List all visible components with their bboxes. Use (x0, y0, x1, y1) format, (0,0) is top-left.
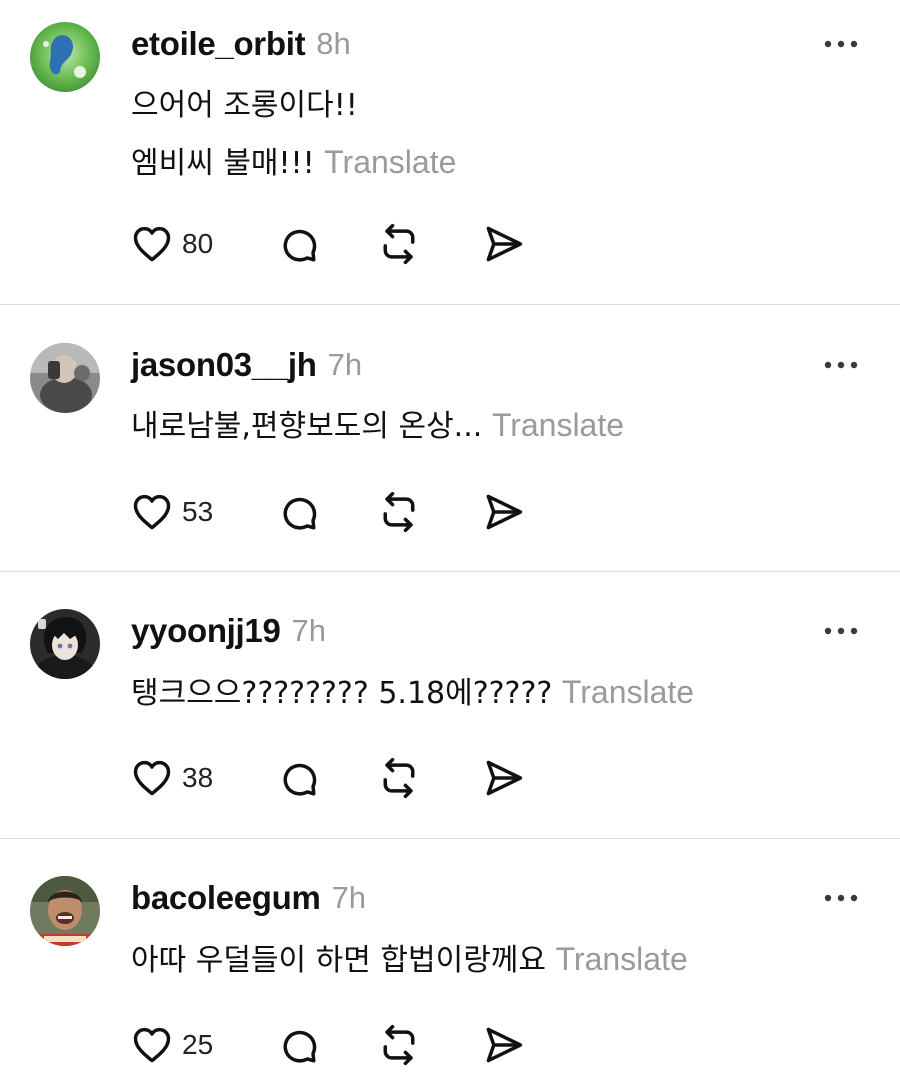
speech-bubble-icon (283, 1030, 317, 1063)
timestamp: 7h (327, 347, 363, 382)
translate-link[interactable]: Translate (324, 144, 456, 180)
heart-icon (133, 760, 171, 796)
action-bar: 80 (130, 219, 525, 269)
like-count: 80 (182, 228, 214, 259)
post-text: 내로남불,편향보도의 온상... (131, 409, 483, 444)
post-text: 엠비씨 불매!!! (131, 146, 315, 181)
more-dots-icon (824, 40, 858, 48)
post-header: bacoleegum 7h (131, 876, 366, 920)
avatar[interactable] (30, 343, 100, 413)
more-options-button[interactable] (822, 34, 860, 54)
share-button[interactable] (481, 222, 525, 266)
more-options-button[interactable] (822, 621, 860, 641)
share-button[interactable] (481, 756, 525, 800)
action-bar: 53 (130, 487, 525, 537)
repost-arrows-icon (383, 491, 415, 533)
repost-arrows-icon (383, 757, 415, 799)
like-button[interactable]: 80 (130, 222, 228, 266)
post-text: 아따 우덜들이 하면 합법이랑께요 (131, 943, 547, 978)
paper-plane-icon (486, 226, 523, 262)
translate-link[interactable]: Translate (562, 674, 694, 710)
more-options-button[interactable] (822, 355, 860, 375)
more-dots-icon (824, 361, 858, 369)
repost-button[interactable] (377, 756, 421, 800)
username[interactable]: etoile_orbit (131, 25, 306, 63)
repost-button[interactable] (377, 490, 421, 534)
post-header: etoile_orbit 8h (131, 22, 351, 66)
timestamp: 8h (316, 26, 351, 61)
more-dots-icon (824, 627, 858, 635)
action-bar: 25 (130, 1020, 525, 1070)
heart-icon (133, 226, 171, 262)
username[interactable]: yyoonjj19 (131, 612, 281, 650)
comment-post: yyoonjj19 7h 탱크으으???????? 5.18에????? Tra… (0, 571, 900, 838)
like-button[interactable]: 38 (130, 756, 228, 800)
speech-bubble-icon (283, 229, 317, 262)
repost-arrows-icon (383, 223, 415, 265)
speech-bubble-icon (283, 497, 317, 530)
like-count: 25 (182, 1029, 214, 1060)
comment-post: jason03__jh 7h 내로남불,편향보도의 온상... Translat… (0, 304, 900, 571)
paper-plane-icon (486, 494, 523, 530)
avatar[interactable] (30, 22, 100, 92)
like-count: 53 (182, 496, 214, 527)
reply-button[interactable] (276, 490, 320, 534)
reply-button[interactable] (276, 1023, 320, 1067)
timestamp: 7h (291, 613, 327, 648)
comment-post: bacoleegum 7h 아따 우덜들이 하면 합법이랑께요 Translat… (0, 838, 900, 1076)
action-bar: 38 (130, 753, 525, 803)
reply-button[interactable] (276, 756, 320, 800)
comment-post: etoile_orbit 8h 으어어 조롱이다!! 엠비씨 불매!!! Tra… (0, 0, 900, 304)
post-text: 탱크으으???????? 5.18에????? (131, 676, 553, 711)
translate-link[interactable]: Translate (492, 407, 624, 443)
repost-button[interactable] (377, 1023, 421, 1067)
like-button[interactable]: 53 (130, 490, 228, 534)
post-header: yyoonjj19 7h (131, 609, 326, 653)
avatar[interactable] (30, 876, 100, 946)
paper-plane-icon (486, 760, 523, 796)
speech-bubble-icon (283, 763, 317, 796)
repost-button[interactable] (377, 222, 421, 266)
more-dots-icon (824, 894, 858, 902)
heart-icon (133, 494, 171, 530)
username[interactable]: jason03__jh (131, 346, 317, 384)
avatar[interactable] (30, 609, 100, 679)
post-body: 으어어 조롱이다!! 엠비씨 불매!!! Translate (131, 77, 860, 192)
post-body: 탱크으으???????? 5.18에????? Translate (131, 664, 860, 722)
paper-plane-icon (486, 1027, 523, 1063)
heart-icon (133, 1027, 171, 1063)
repost-arrows-icon (383, 1024, 415, 1066)
post-text: 으어어 조롱이다!! (131, 88, 358, 123)
post-body: 내로남불,편향보도의 온상... Translate (131, 397, 860, 455)
translate-link[interactable]: Translate (556, 941, 688, 977)
share-button[interactable] (481, 1023, 525, 1067)
post-body: 아따 우덜들이 하면 합법이랑께요 Translate (131, 931, 860, 989)
post-header: jason03__jh 7h (131, 343, 362, 387)
like-button[interactable]: 25 (130, 1023, 228, 1067)
like-count: 38 (182, 762, 214, 793)
more-options-button[interactable] (822, 888, 860, 908)
username[interactable]: bacoleegum (131, 879, 321, 917)
comment-feed: etoile_orbit 8h 으어어 조롱이다!! 엠비씨 불매!!! Tra… (0, 0, 900, 1078)
timestamp: 7h (331, 880, 367, 915)
share-button[interactable] (481, 490, 525, 534)
reply-button[interactable] (276, 222, 320, 266)
